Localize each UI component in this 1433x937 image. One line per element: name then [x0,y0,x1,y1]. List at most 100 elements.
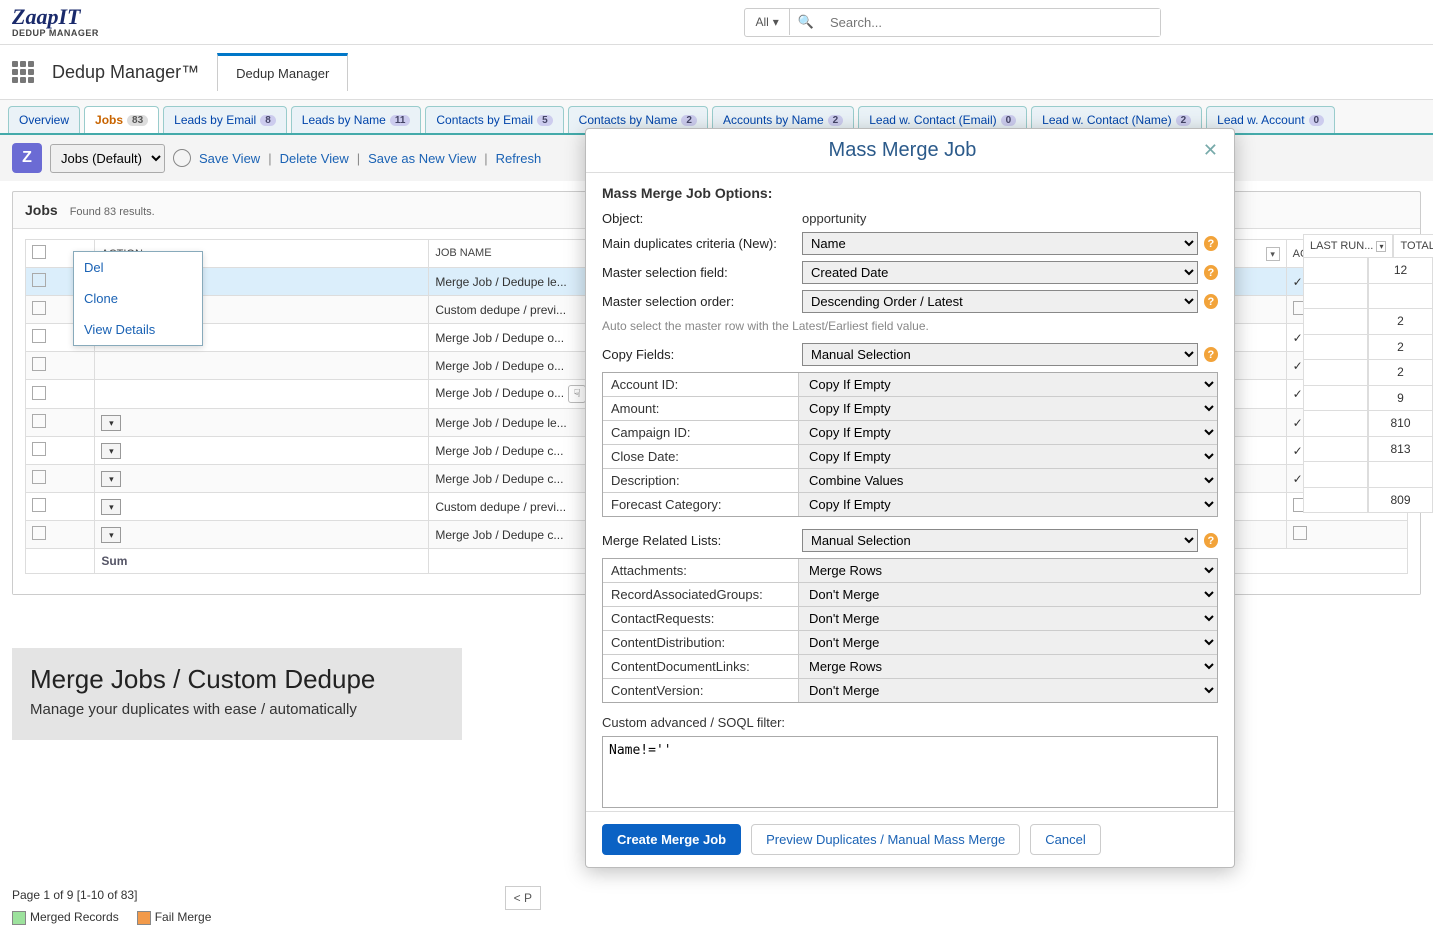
app-tab-dedup-manager[interactable]: Dedup Manager [217,53,348,91]
gear-icon[interactable] [173,149,191,167]
action-clone[interactable]: Clone [74,283,202,314]
preview-duplicates-button[interactable]: Preview Duplicates / Manual Mass Merge [751,824,1020,855]
row-action-dropdown[interactable]: ▾ [101,471,121,487]
row-checkbox[interactable] [32,301,46,315]
related-value-select[interactable]: Don't Merge [798,679,1217,702]
delete-view-link[interactable]: Delete View [280,151,349,166]
col-total-sca[interactable]: TOTAL SCA... [1393,234,1433,258]
copy-fields-select[interactable]: Manual Selection [802,343,1198,366]
related-lists-label: Merge Related Lists: [602,533,792,548]
master-field-label: Master selection field: [602,265,792,280]
row-checkbox[interactable] [32,357,46,371]
field-value-select[interactable]: Copy If Empty [798,397,1217,420]
object-label: Object: [602,211,792,226]
related-value-select[interactable]: Don't Merge [798,631,1217,654]
promo-title: Merge Jobs / Custom Dedupe [30,664,444,695]
subtab-leads-by-name[interactable]: Leads by Name11 [291,106,422,133]
row-checkbox[interactable] [32,498,46,512]
help-icon[interactable]: ? [1204,236,1218,251]
copy-field-row: Campaign ID:Copy If Empty [603,421,1217,445]
modal-title: Mass Merge Job [602,139,1203,162]
criteria-label: Main duplicates criteria (New): [602,236,792,251]
criteria-select[interactable]: Name [802,232,1198,255]
related-list-row: ContactRequests:Don't Merge [603,607,1217,631]
row-checkbox[interactable] [32,526,46,540]
field-label: Forecast Category: [603,493,799,516]
row-checkbox[interactable] [32,414,46,428]
total-cell: 9 [1368,386,1433,412]
field-label: Close Date: [603,445,799,468]
related-list-row: ContentDistribution:Don't Merge [603,631,1217,655]
cancel-button[interactable]: Cancel [1030,824,1100,855]
row-checkbox[interactable] [32,470,46,484]
top-bar: ZaapIT DEDUP MANAGER All ▾ 🔍 [0,0,1433,45]
help-icon[interactable]: ? [1204,533,1218,548]
hand-icon[interactable]: ☟ [568,385,586,403]
row-checkbox[interactable] [32,442,46,456]
row-checkbox[interactable] [32,273,46,287]
select-all-checkbox[interactable] [32,245,46,259]
total-cell: 813 [1368,437,1433,463]
field-label: Account ID: [603,373,799,396]
row-action-dropdown[interactable]: ▾ [101,527,121,543]
related-list-row: Attachments:Merge Rows [603,559,1217,583]
related-value-select[interactable]: Merge Rows [798,655,1217,678]
related-list-row: RecordAssociatedGroups:Don't Merge [603,583,1217,607]
subtab-jobs[interactable]: Jobs83 [84,106,159,133]
related-value-select[interactable]: Don't Merge [798,607,1217,630]
soql-filter-label: Custom advanced / SOQL filter: [602,715,1218,730]
total-cell: 809 [1368,488,1433,514]
related-value-select[interactable]: Don't Merge [798,583,1217,606]
merged-swatch [12,911,26,925]
related-label: Attachments: [603,559,799,582]
app-launcher-icon[interactable] [12,61,34,83]
save-as-new-view-link[interactable]: Save as New View [368,151,476,166]
related-label: ContentDistribution: [603,631,799,654]
help-icon[interactable]: ? [1204,294,1218,309]
view-select[interactable]: Jobs (Default) [50,144,165,173]
related-lists-box[interactable]: Attachments:Merge RowsRecordAssociatedGr… [602,558,1218,703]
related-lists-select[interactable]: Manual Selection [802,529,1198,552]
search-scope-dropdown[interactable]: All ▾ [745,9,789,35]
row-action-dropdown[interactable]: ▾ [101,443,121,459]
global-search: All ▾ 🔍 [744,8,1161,37]
row-checkbox[interactable] [32,329,46,343]
app-bar: Dedup Manager™ Dedup Manager [0,45,1433,100]
z-icon: Z [12,143,42,173]
help-icon[interactable]: ? [1204,347,1218,362]
related-label: ContactRequests: [603,607,799,630]
chevron-down-icon[interactable]: ▾ [1266,247,1280,261]
field-value-select[interactable]: Copy If Empty [798,373,1217,396]
total-cell [1368,284,1433,310]
create-merge-job-button[interactable]: Create Merge Job [602,824,741,855]
row-action-dropdown[interactable]: ▾ [101,415,121,431]
copy-fields-list[interactable]: Account ID:Copy If EmptyAmount:Copy If E… [602,372,1218,517]
field-value-select[interactable]: Copy If Empty [798,445,1217,468]
save-view-link[interactable]: Save View [199,151,260,166]
subtab-overview[interactable]: Overview [8,106,80,133]
refresh-link[interactable]: Refresh [496,151,542,166]
col-last-run[interactable]: LAST RUN... ▾ [1303,234,1393,258]
row-checkbox[interactable] [32,386,46,400]
row-action-dropdown[interactable]: ▾ [101,499,121,515]
field-value-select[interactable]: Copy If Empty [798,493,1217,516]
master-order-select[interactable]: Descending Order / Latest [802,290,1198,313]
related-value-select[interactable]: Merge Rows [798,559,1217,582]
field-value-select[interactable]: Combine Values [798,469,1217,492]
active-cell [1286,521,1407,549]
action-del[interactable]: Del [74,252,202,283]
copy-field-row: Account ID:Copy If Empty [603,373,1217,397]
close-icon[interactable]: ✕ [1203,140,1218,161]
brand-subtitle: DEDUP MANAGER [12,28,99,38]
subtab-contacts-by-email[interactable]: Contacts by Email5 [425,106,563,133]
master-field-select[interactable]: Created Date [802,261,1198,284]
help-icon[interactable]: ? [1204,265,1218,280]
search-input[interactable] [820,9,1160,36]
prev-page-button[interactable]: < P [505,886,541,910]
soql-filter-input[interactable] [602,736,1218,808]
search-icon: 🔍 [798,14,814,30]
action-view-details[interactable]: View Details [74,314,202,345]
field-value-select[interactable]: Copy If Empty [798,421,1217,444]
total-cell: 12 [1368,258,1433,284]
subtab-leads-by-email[interactable]: Leads by Email8 [163,106,287,133]
